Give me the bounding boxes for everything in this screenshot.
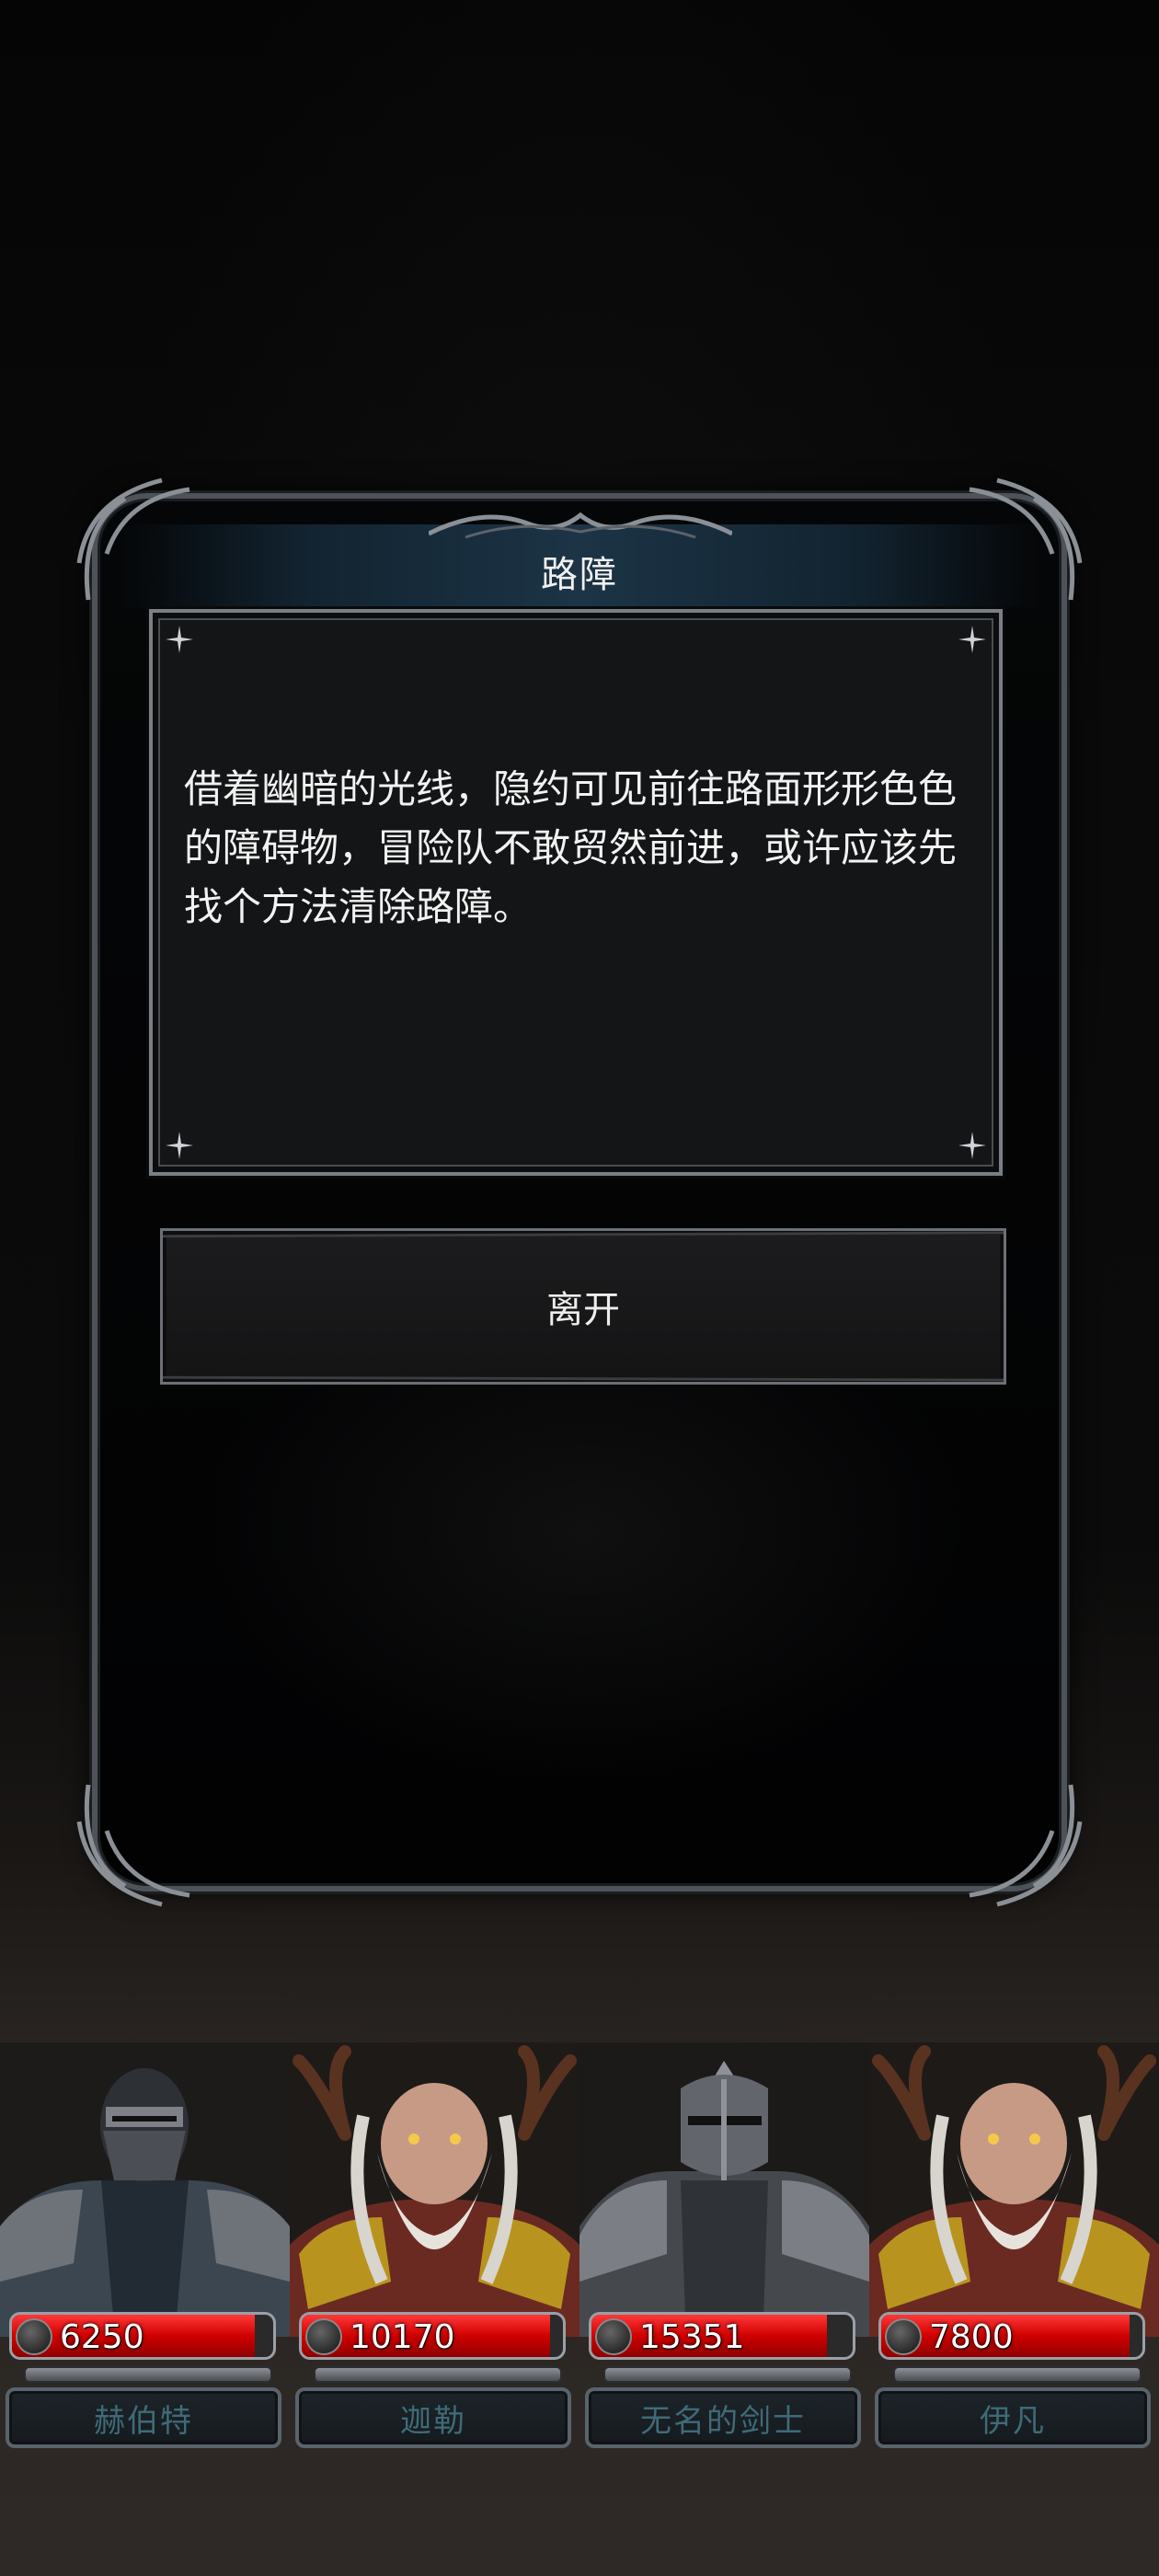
hp-bar: 15351 [589, 2312, 855, 2360]
sparkle-icon [958, 626, 986, 653]
description-panel: 借着幽暗的光线，隐约可见前往路面形形色色的障碍物，冒险队不敢贸然前进，或许应该先… [149, 609, 1003, 1176]
hero-name: 赫伯特 [6, 2387, 281, 2448]
hp-bar: 6250 [9, 2312, 276, 2360]
hp-bar: 10170 [299, 2312, 566, 2360]
title-ornament-icon [429, 512, 732, 539]
sparkle-icon [166, 626, 193, 653]
corner-ornament-icon [969, 1784, 1083, 1907]
exp-bar [24, 2366, 272, 2383]
hp-bar: 7800 [878, 2312, 1145, 2360]
hero-portrait-antlered-elder [290, 2042, 580, 2337]
hp-icon [16, 2318, 52, 2355]
hp-value: 7800 [929, 2318, 1014, 2356]
exp-bar [893, 2366, 1142, 2383]
hero-card[interactable]: 15351 无名的剑士 [580, 2042, 869, 2466]
event-dialog: 路障 借着幽暗的光线，隐约可见前往路面形形色色的障碍物，冒险队不敢贸然前进，或许… [76, 477, 1083, 1907]
hero-name: 无名的剑士 [585, 2387, 861, 2448]
hero-portrait-antlered-elder [869, 2042, 1159, 2337]
dialog-title: 路障 [541, 554, 618, 596]
hero-name: 迦勒 [295, 2387, 571, 2448]
hero-card[interactable]: 7800 伊凡 [869, 2042, 1159, 2466]
hero-card[interactable]: 6250 赫伯特 [0, 2042, 290, 2466]
dialog-body-text: 借着幽暗的光线，隐约可见前往路面形形色色的障碍物，冒险队不敢贸然前进，或许应该先… [184, 766, 958, 929]
hp-value: 6250 [60, 2318, 144, 2356]
party-bar: 6250 赫伯特 10170 迦勒 15351 无名的剑士 7800 伊凡 [0, 2042, 1159, 2466]
hp-icon [305, 2318, 342, 2355]
exp-bar [603, 2366, 852, 2383]
hp-icon [595, 2318, 632, 2355]
exp-bar [314, 2366, 562, 2383]
leave-button[interactable]: 离开 [160, 1228, 1006, 1385]
hp-icon [885, 2318, 922, 2355]
leave-button-label: 离开 [546, 1289, 620, 1331]
hp-value: 15351 [639, 2318, 745, 2356]
hero-name: 伊凡 [875, 2387, 1151, 2448]
sparkle-icon [166, 1132, 193, 1159]
corner-ornament-icon [76, 1784, 190, 1907]
sparkle-icon [958, 1132, 986, 1159]
hero-portrait-armored-swordsman [580, 2042, 869, 2337]
hp-value: 10170 [350, 2318, 455, 2356]
hero-portrait-masked-knight [0, 2042, 290, 2337]
hero-card[interactable]: 10170 迦勒 [290, 2042, 580, 2466]
